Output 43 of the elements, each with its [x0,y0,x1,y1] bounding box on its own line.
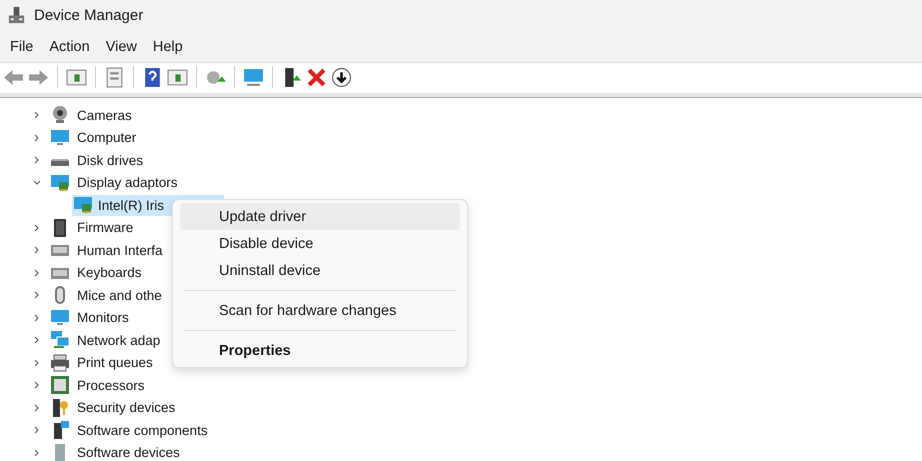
monitor-icon[interactable] [243,66,264,88]
pane-icon[interactable] [66,66,87,88]
menu-item[interactable]: View [98,36,145,56]
menu-item[interactable]: Uninstall device [180,257,460,284]
menu-item[interactable]: Update driver [180,203,460,230]
download-icon[interactable] [331,66,352,88]
monitor-icon [50,128,70,148]
tree-item[interactable]: Disk drives [77,152,144,168]
tree-item[interactable]: Human Interfa [77,242,163,258]
properties-icon[interactable] [104,66,125,88]
delete-icon[interactable] [306,66,327,88]
processor-icon [50,375,70,396]
menu-item[interactable]: Scan for hardware changes [180,297,460,324]
webcam-icon [50,105,70,126]
pane-icon[interactable] [167,66,188,88]
tree-item[interactable]: Processors [77,378,145,393]
monitor-icon [50,308,70,328]
tree-item[interactable]: Network adap [77,332,160,348]
tree-item[interactable]: Software components [77,422,208,438]
device-icon [7,6,26,25]
tree-item[interactable]: Print queues [77,355,153,370]
tree-item[interactable]: Keyboards [77,265,142,280]
key-device-icon [50,398,70,418]
tree-item[interactable]: Firmware [77,220,134,236]
menu-item[interactable]: Help [144,36,191,56]
menu-item[interactable]: Disable device [180,230,460,257]
tree-item[interactable]: Computer [77,130,136,146]
menu-item[interactable]: File [2,36,42,56]
help-icon[interactable] [142,66,163,88]
network-icon [50,330,70,350]
tree-item[interactable]: Security devices [77,400,176,416]
tree-item[interactable]: Display adaptors [77,175,178,190]
display-card-icon [50,172,70,193]
tree-item[interactable]: Mice and othe [77,288,162,303]
tree-item[interactable]: Monitors [77,310,129,326]
menu-item[interactable]: Properties [180,337,460,364]
menu-item[interactable]: Action [41,36,98,56]
printer-icon [50,352,70,373]
display-card-icon [73,195,93,216]
window-title: Device Manager [34,7,144,24]
tree-item[interactable]: Software devices [77,445,180,460]
disk-drive-icon [50,159,70,166]
tree-item[interactable]: Cameras [77,108,132,123]
